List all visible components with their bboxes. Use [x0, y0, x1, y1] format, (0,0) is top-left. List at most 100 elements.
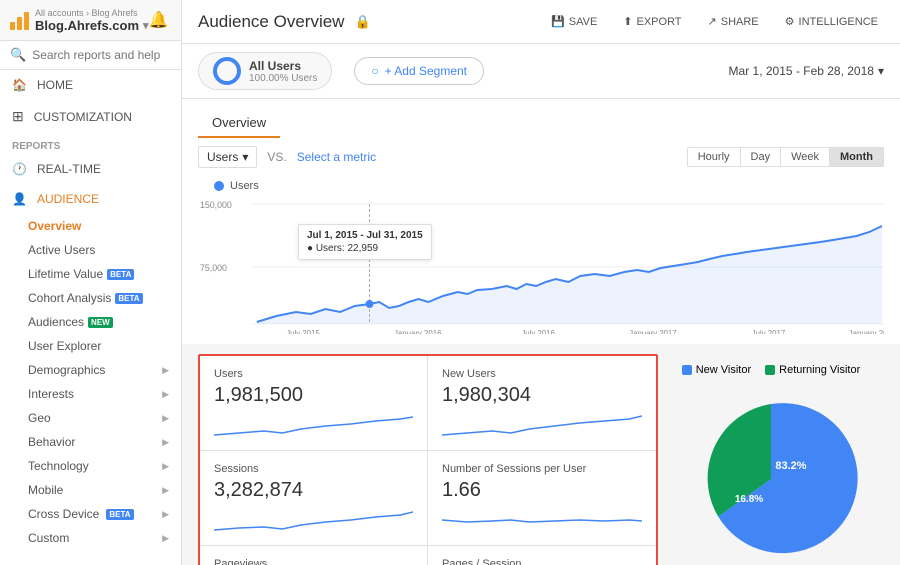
returning-visitor-dot — [765, 365, 775, 375]
sparkline-sessions — [214, 506, 413, 534]
svg-text:January 2017: January 2017 — [629, 329, 676, 334]
svg-text:January 2018: January 2018 — [849, 329, 884, 334]
share-label: SHARE — [721, 16, 759, 28]
intelligence-label: INTELLIGENCE — [799, 16, 878, 28]
overview-tab-bar: Overview — [182, 99, 900, 138]
date-range-selector[interactable]: Mar 1, 2015 - Feb 28, 2018 ▾ — [729, 64, 884, 78]
all-users-segment[interactable]: All Users 100.00% Users — [198, 52, 332, 90]
custom-label: Custom — [28, 531, 69, 545]
tab-overview[interactable]: Overview — [198, 109, 280, 138]
stat-label-sessions-per-user: Number of Sessions per User — [442, 463, 642, 475]
save-button[interactable]: 💾 SAVE — [545, 11, 603, 32]
sparkline-new-users — [442, 411, 642, 439]
export-icon: ⬆ — [623, 15, 632, 28]
pie-section: New Visitor Returning Visitor — [658, 354, 884, 565]
audience-label: AUDIENCE — [37, 192, 99, 206]
svg-text:16.8%: 16.8% — [735, 494, 763, 505]
date-range-arrow: ▾ — [878, 64, 884, 78]
search-area[interactable]: 🔍 — [0, 41, 181, 70]
time-btn-week[interactable]: Week — [781, 147, 830, 167]
sidebar-item-geo[interactable]: Geo ▶ — [0, 406, 181, 430]
search-input[interactable] — [32, 48, 171, 62]
logo-bar-1 — [10, 22, 15, 30]
segment-percent: 100.00% Users — [249, 73, 317, 84]
global-nav-icons: 🔔 ❓ ⋮ U — [149, 6, 182, 34]
pie-legend-returning-visitor: Returning Visitor — [765, 364, 860, 376]
technology-arrow: ▶ — [162, 461, 169, 472]
sidebar-item-customization[interactable]: ⊞ CUSTOMIZATION — [0, 100, 181, 133]
stat-card-sessions-per-user: Number of Sessions per User 1.66 — [428, 451, 656, 546]
stat-value-new-users: 1,980,304 — [442, 384, 642, 407]
cross-device-label: Cross Device BETA — [28, 507, 134, 521]
time-btn-hourly[interactable]: Hourly — [687, 147, 741, 167]
sidebar-item-mobile[interactable]: Mobile ▶ — [0, 478, 181, 502]
cross-device-badge: BETA — [106, 509, 133, 520]
behavior-arrow: ▶ — [162, 437, 169, 448]
share-icon: ↗ — [708, 15, 717, 28]
logo-icon — [10, 10, 29, 30]
logo-bar-3 — [24, 12, 29, 30]
metric-dropdown[interactable]: Users ▾ — [198, 146, 257, 168]
metric-label: Users — [207, 150, 238, 164]
new-visitor-label: New Visitor — [696, 364, 751, 376]
sidebar-item-interests[interactable]: Interests ▶ — [0, 382, 181, 406]
save-icon: 💾 — [551, 15, 565, 28]
reports-section-label: Reports — [0, 133, 181, 154]
sidebar-item-user-explorer[interactable]: User Explorer — [0, 334, 181, 358]
add-segment-label: + Add Segment — [385, 64, 467, 78]
sidebar-item-technology[interactable]: Technology ▶ — [0, 454, 181, 478]
sidebar: All accounts › Blog Ahrefs Blog.Ahrefs.c… — [0, 0, 182, 565]
add-segment-icon: ○ — [371, 64, 378, 78]
stat-label-pageviews: Pageviews — [214, 558, 413, 565]
sidebar-item-demographics[interactable]: Demographics ▶ — [0, 358, 181, 382]
sidebar-item-home[interactable]: 🏠 HOME — [0, 70, 181, 100]
vs-label: VS. — [267, 150, 286, 164]
save-label: SAVE — [569, 16, 598, 28]
mobile-label: Mobile — [28, 483, 63, 497]
chart-svg-area: Jul 1, 2015 - Jul 31, 2015 ● Users: 22,9… — [198, 194, 884, 334]
svg-text:July 2015: July 2015 — [286, 329, 320, 334]
time-btn-month[interactable]: Month — [830, 147, 884, 167]
metric-controls: Users ▾ VS. Select a metric Hourly Day W… — [182, 138, 900, 176]
sidebar-item-custom[interactable]: Custom ▶ — [0, 526, 181, 550]
sparkline-users — [214, 411, 413, 439]
sidebar-item-cross-device[interactable]: Cross Device BETA ▶ — [0, 502, 181, 526]
share-button[interactable]: ↗ SHARE — [702, 11, 765, 32]
cross-device-arrow: ▶ — [162, 509, 169, 520]
date-range-label: Mar 1, 2015 - Feb 28, 2018 — [729, 64, 874, 78]
audience-icon: 👤 — [12, 192, 27, 206]
site-selector[interactable]: Blog.Ahrefs.com ▾ — [35, 18, 149, 33]
new-visitor-dot — [682, 365, 692, 375]
cohort-label: Cohort Analysis — [28, 291, 111, 305]
time-btn-day[interactable]: Day — [741, 147, 782, 167]
export-button[interactable]: ⬆ EXPORT — [617, 11, 687, 32]
sidebar-header: All accounts › Blog Ahrefs Blog.Ahrefs.c… — [0, 0, 181, 41]
svg-text:July 2016: July 2016 — [521, 329, 555, 334]
sidebar-item-behavior[interactable]: Behavior ▶ — [0, 430, 181, 454]
lifetime-value-label: Lifetime Value — [28, 267, 103, 281]
top-bar: Audience Overview 🔒 💾 SAVE ⬆ EXPORT ↗ SH… — [182, 0, 900, 44]
intelligence-button[interactable]: ⚙ INTELLIGENCE — [779, 11, 884, 32]
sidebar-item-overview[interactable]: Overview — [0, 214, 181, 238]
stats-and-pie: Users 1,981,500 New Users 1,980,304 — [182, 344, 900, 565]
sidebar-item-cohort[interactable]: Cohort Analysis BETA — [0, 286, 181, 310]
behavior-label: Behavior — [28, 435, 75, 449]
stats-grid: Users 1,981,500 New Users 1,980,304 — [198, 354, 658, 565]
sidebar-item-realtime[interactable]: 🕐 REAL-TIME — [0, 154, 181, 184]
search-icon: 🔍 — [10, 47, 26, 63]
sidebar-item-audiences[interactable]: Audiences NEW — [0, 310, 181, 334]
svg-text:January 2016: January 2016 — [394, 329, 442, 334]
content-area: Overview Users ▾ VS. Select a metric Hou… — [182, 99, 900, 565]
chart-tooltip: Jul 1, 2015 - Jul 31, 2015 ● Users: 22,9… — [298, 224, 432, 260]
stat-label-users: Users — [214, 368, 413, 380]
sidebar-item-lifetime-value[interactable]: Lifetime Value BETA — [0, 262, 181, 286]
add-segment-button[interactable]: ○ + Add Segment — [354, 57, 484, 85]
notification-icon[interactable]: 🔔 — [149, 10, 169, 30]
logo-area — [10, 10, 29, 30]
select-metric-link[interactable]: Select a metric — [297, 150, 376, 164]
sidebar-item-audience[interactable]: 👤 AUDIENCE — [0, 184, 181, 214]
chart-legend-label: Users — [230, 180, 259, 192]
sidebar-item-active-users[interactable]: Active Users — [0, 238, 181, 262]
geo-label: Geo — [28, 411, 51, 425]
stat-label-new-users: New Users — [442, 368, 642, 380]
